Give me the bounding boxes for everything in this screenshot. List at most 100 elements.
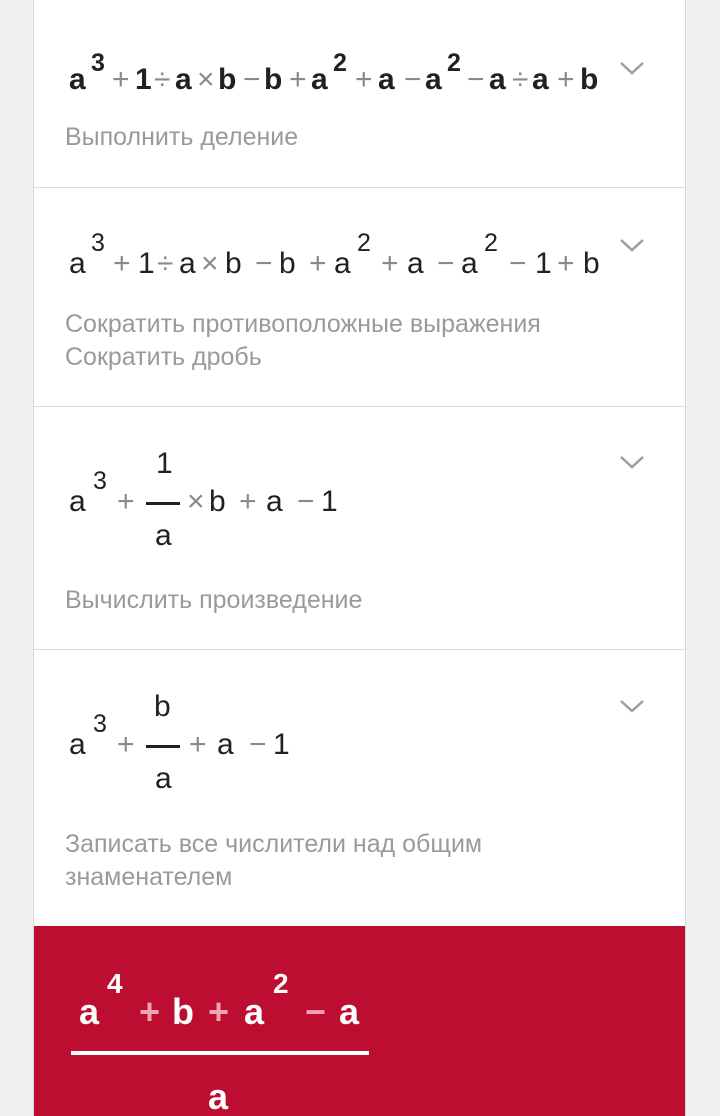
operator: + — [117, 485, 135, 518]
operator: ÷ — [154, 63, 171, 96]
result-denominator: a — [208, 1076, 229, 1116]
chevron-down-icon[interactable] — [619, 693, 645, 719]
operator: + — [239, 485, 257, 518]
operator: + — [355, 63, 373, 96]
operator: ÷ — [512, 63, 529, 96]
operator: − — [297, 485, 315, 518]
token: a — [266, 485, 283, 518]
step-2[interactable]: a 3 + 1 ÷ a × b − b + a 2 + a − a 2 − 1 … — [34, 188, 685, 407]
token: a — [79, 991, 100, 1032]
token: a — [461, 247, 478, 280]
operator: − — [509, 247, 527, 280]
token: a — [311, 63, 328, 96]
exponent: 2 — [273, 968, 289, 999]
operator: + — [381, 247, 399, 280]
token: 1 — [273, 728, 290, 761]
operator: − — [305, 991, 327, 1032]
token: a — [407, 247, 424, 280]
operator: ÷ — [157, 247, 174, 280]
description-line: Выполнить деление — [65, 123, 299, 151]
denominator: a — [155, 519, 172, 552]
token: a — [69, 728, 86, 761]
token: 1 — [535, 247, 552, 280]
step-1-description: Выполнить деление — [65, 121, 645, 154]
solution-steps: a 3 + 1 ÷ a × b − b + a 2 + a − a 2 − a … — [33, 0, 686, 1116]
token: a — [425, 63, 442, 96]
description-line: Записать все числители над общим знамена… — [65, 830, 483, 891]
numerator: b — [154, 690, 171, 723]
step-1[interactable]: a 3 + 1 ÷ a × b − b + a 2 + a − a 2 − a … — [34, 0, 685, 188]
step-3-expression: a 3 + 1 a × b + a − 1 — [69, 407, 469, 557]
operator: + — [189, 728, 207, 761]
fraction-bar — [71, 1051, 369, 1055]
token: a — [175, 63, 192, 96]
token: a — [244, 991, 265, 1032]
operator: × — [187, 485, 205, 518]
token: a — [69, 485, 86, 518]
description-line: Сократить дробь — [65, 343, 262, 371]
final-result: a 4 + b + a 2 − a a — [34, 926, 685, 1116]
token: b — [218, 63, 237, 96]
operator: + — [557, 63, 575, 96]
token: a — [378, 63, 395, 96]
operator: + — [557, 247, 575, 280]
fraction-bar — [146, 502, 180, 505]
fraction: 1 a — [146, 447, 182, 557]
exponent: 2 — [447, 49, 461, 77]
token: b — [172, 991, 194, 1032]
token: a — [532, 63, 549, 96]
token: a — [69, 63, 86, 96]
token: a — [334, 247, 351, 280]
step-3[interactable]: a 3 + 1 a × b + a − 1 Вычислить произвед… — [34, 407, 685, 650]
token: a — [69, 247, 86, 280]
exponent: 3 — [91, 229, 105, 257]
numerator: 1 — [156, 447, 173, 480]
denominator: a — [155, 762, 172, 795]
operator: + — [113, 247, 131, 280]
step-3-description: Вычислить произведение — [65, 584, 645, 617]
token: b — [580, 63, 599, 96]
description-line: Вычислить произведение — [65, 586, 363, 614]
operator: + — [309, 247, 327, 280]
operator: + — [208, 991, 230, 1032]
operator: − — [467, 63, 485, 96]
operator: + — [112, 63, 130, 96]
token: b — [583, 247, 600, 280]
chevron-down-icon[interactable] — [619, 55, 645, 81]
exponent: 3 — [91, 49, 105, 77]
fraction-bar — [146, 745, 180, 748]
step-4-expression: a 3 + b a + a − 1 — [69, 650, 469, 800]
operator: × — [201, 247, 219, 280]
token: 1 — [321, 485, 338, 518]
operator: − — [249, 728, 267, 761]
operator: + — [289, 63, 307, 96]
operator: + — [139, 991, 161, 1032]
step-4-description: Записать все числители над общим знамена… — [65, 828, 645, 894]
exponent: 2 — [484, 229, 498, 257]
token: 1 — [135, 63, 152, 96]
fraction: b a — [146, 690, 182, 800]
token: a — [339, 991, 360, 1032]
operator: − — [437, 247, 455, 280]
token: b — [225, 247, 242, 280]
token: a — [217, 728, 234, 761]
operator: − — [243, 63, 261, 96]
chevron-down-icon[interactable] — [619, 449, 645, 475]
operator: × — [197, 63, 215, 96]
exponent: 3 — [93, 710, 107, 738]
step-4[interactable]: a 3 + b a + a − 1 Записать все числители… — [34, 650, 685, 926]
token: b — [209, 485, 226, 518]
token: a — [179, 247, 196, 280]
step-2-description: Сократить противоположные выражения Сокр… — [65, 308, 645, 374]
token: b — [264, 63, 283, 96]
operator: − — [255, 247, 273, 280]
exponent: 2 — [333, 49, 347, 77]
operator: + — [117, 728, 135, 761]
token: 1 — [138, 247, 155, 280]
description-line: Сократить противоположные выражения — [65, 310, 541, 338]
operator: − — [404, 63, 422, 96]
chevron-down-icon[interactable] — [619, 232, 645, 258]
exponent: 2 — [357, 229, 371, 257]
token: b — [279, 247, 296, 280]
exponent: 3 — [93, 467, 107, 495]
